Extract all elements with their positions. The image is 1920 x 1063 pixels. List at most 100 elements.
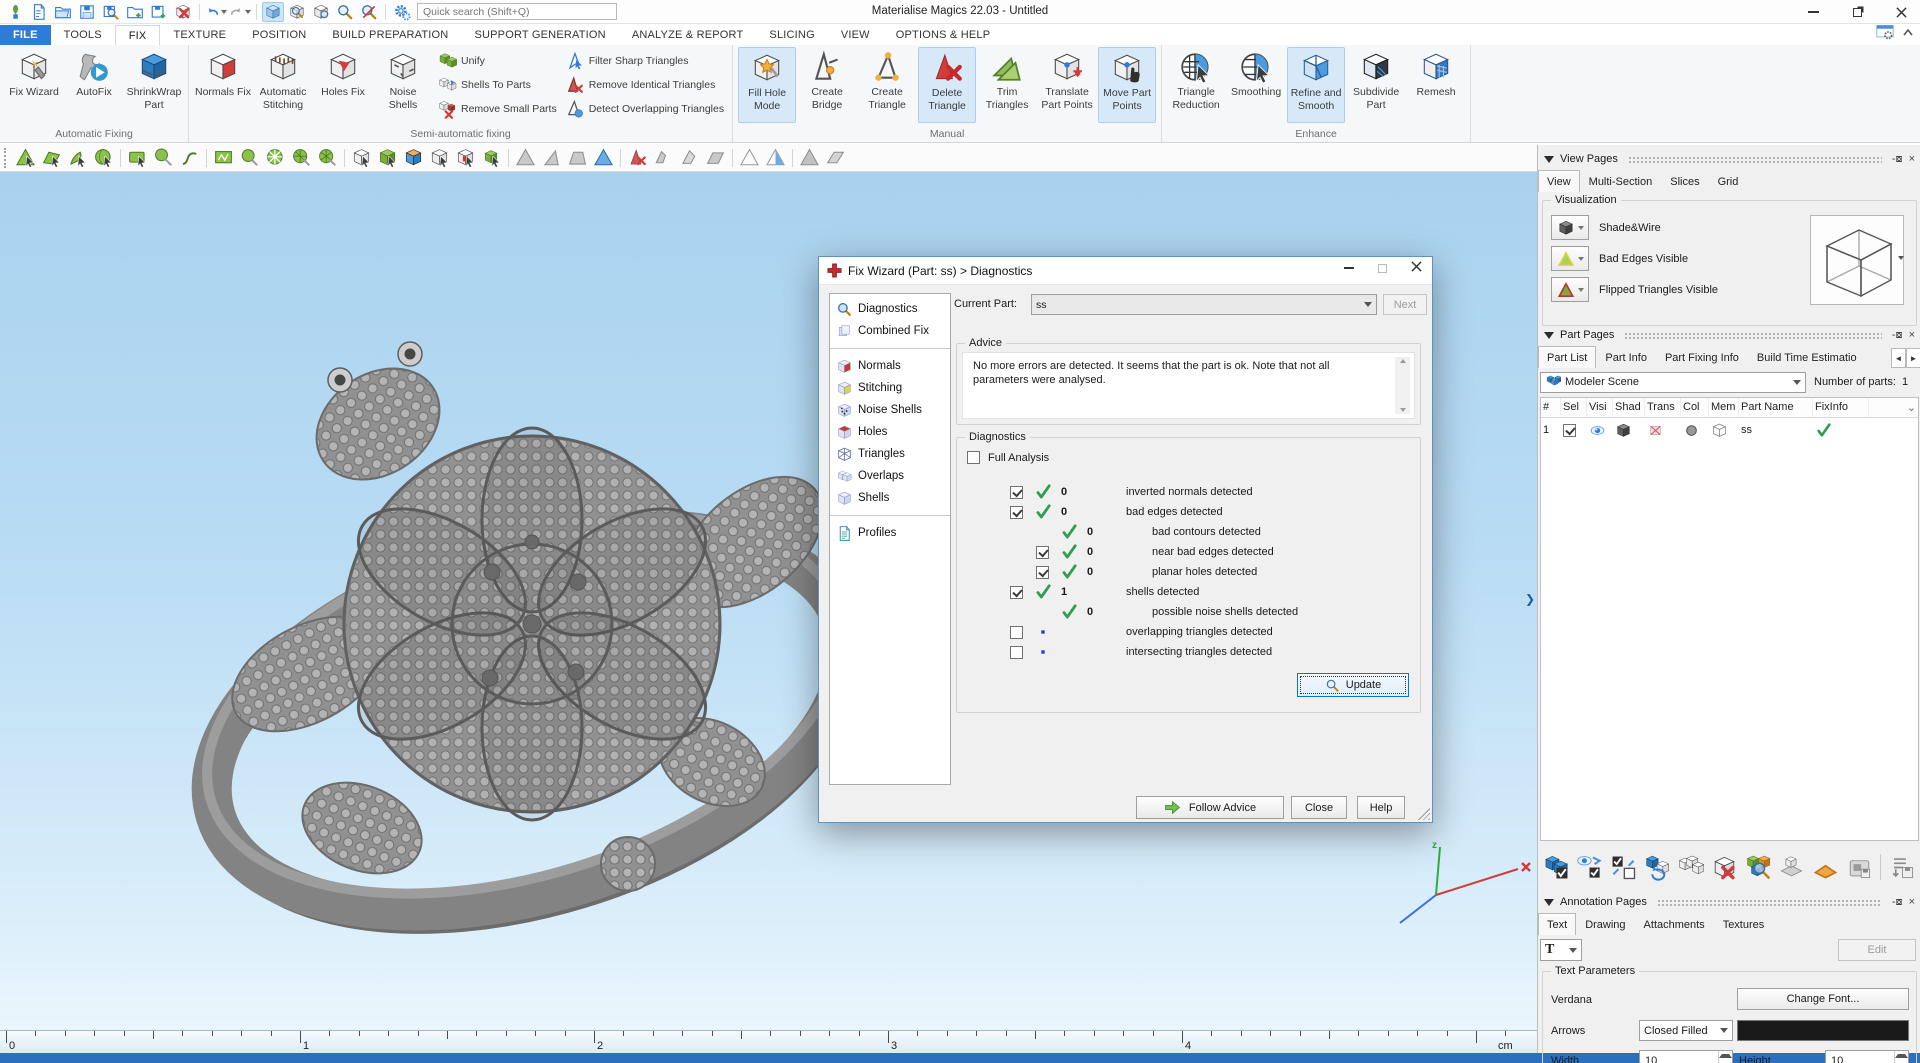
ribbon-button-filter-sharp-triangles[interactable]: Filter Sharp Triangles (565, 50, 724, 72)
tab-part-list[interactable]: Part List (1538, 346, 1596, 368)
next-button[interactable]: Next (1383, 294, 1427, 315)
duplicate-parts-button[interactable] (1677, 852, 1706, 882)
dialog-title-bar[interactable]: Fix Wizard (Part: ss) > Diagnostics (819, 257, 1432, 285)
blue-white-triangle-button[interactable] (764, 146, 787, 169)
gray-parallelogram-button[interactable] (704, 146, 727, 169)
column-header-col[interactable]: Col (1681, 398, 1709, 417)
mark-triangle-button[interactable] (14, 146, 37, 169)
help-button[interactable]: Help (1357, 796, 1405, 819)
height-stepper[interactable]: 10 (1825, 1050, 1909, 1063)
remove-part-button[interactable] (172, 2, 194, 22)
cube-dark-button[interactable] (1551, 215, 1589, 240)
ribbon-button-remove-identical-triangles[interactable]: Remove Identical Triangles (565, 74, 724, 96)
ball-selection-button[interactable] (152, 146, 175, 169)
minimize-button[interactable] (1802, 3, 1824, 21)
redo-button[interactable] (229, 2, 251, 22)
column-header-visi[interactable]: Visi (1587, 398, 1613, 417)
fix-wizard-dialog[interactable]: Fix Wizard (Part: ss) > Diagnostics Diag… (818, 256, 1433, 823)
ribbon-button-create-bridge[interactable]: Create Bridge (798, 47, 856, 123)
ribbon-button-fill-hole-mode[interactable]: Fill Hole Mode (738, 47, 796, 123)
cube-select-white-button[interactable] (428, 146, 451, 169)
select-checkbox[interactable] (1561, 424, 1587, 437)
restore-button[interactable] (1846, 3, 1868, 21)
undo-button[interactable] (205, 2, 227, 22)
white-triangle-button[interactable] (738, 146, 761, 169)
close-panel-icon[interactable]: × (1909, 154, 1915, 165)
ribbon-button-detect-overlapping-triangles[interactable]: Detect Overlapping Triangles (565, 98, 724, 120)
part-pages-header[interactable]: Part Pages -⧇ × (1538, 326, 1920, 344)
follow-advice-button[interactable]: Follow Advice (1136, 796, 1284, 819)
menu-item-texture[interactable]: TEXTURE (160, 25, 239, 45)
curve-selection-button[interactable] (178, 146, 201, 169)
orientation-cube-preview[interactable] (1810, 215, 1904, 305)
gray-shape-a-button[interactable] (652, 146, 675, 169)
tab-attachments[interactable]: Attachments (1635, 913, 1714, 935)
menu-item-tools[interactable]: TOOLS (51, 25, 115, 45)
wizard-page-diagnostics[interactable]: Diagnostics (830, 298, 950, 320)
tab-slices[interactable]: Slices (1661, 170, 1708, 192)
preview-caret-icon[interactable] (1898, 256, 1904, 260)
text-tool-selector[interactable]: T (1540, 939, 1582, 961)
gray-triangle-b-button[interactable] (540, 146, 563, 169)
machine-properties-button[interactable] (1845, 852, 1874, 882)
width-stepper[interactable]: 10 (1639, 1050, 1733, 1063)
pin-icon[interactable]: -⧇ (1892, 154, 1903, 165)
resize-grip[interactable] (1418, 808, 1430, 820)
find-part-button[interactable] (1744, 852, 1773, 882)
diagnostic-checkbox[interactable] (1010, 626, 1023, 639)
tab-part-fixing-info[interactable]: Part Fixing Info (1656, 346, 1748, 368)
platform-scene-button[interactable] (1777, 852, 1806, 882)
cube-select-button[interactable] (350, 146, 373, 169)
save-button[interactable] (76, 2, 98, 22)
tri-flipped-button[interactable] (1551, 277, 1589, 302)
diagnostic-checkbox[interactable] (1010, 486, 1023, 499)
dialog-minimize-button[interactable] (1344, 267, 1354, 269)
platform-plane-button[interactable] (1811, 852, 1840, 882)
wizard-page-noise-shells[interactable]: Noise Shells (830, 399, 950, 421)
visibility-icon[interactable] (1587, 422, 1613, 439)
ribbon-button-fix-wizard[interactable]: Fix Wizard (5, 47, 63, 123)
menu-item-analyze-report[interactable]: ANALYZE & REPORT (619, 25, 757, 45)
gray-shape-b-button[interactable] (678, 146, 701, 169)
tab-drawing[interactable]: Drawing (1576, 913, 1634, 935)
cube-select-small-button[interactable] (480, 146, 503, 169)
column-header-fixinfo[interactable]: FixInfo (1813, 398, 1869, 417)
cube-select-red-button[interactable] (454, 146, 477, 169)
open-file-button[interactable] (52, 2, 74, 22)
column-header-trans[interactable]: Trans (1645, 398, 1681, 417)
ribbon-button-remesh[interactable]: Remesh (1407, 47, 1465, 123)
column-header-mem[interactable]: Mem (1709, 398, 1739, 417)
gray-triangle-a-button[interactable] (514, 146, 537, 169)
import-part-button[interactable] (124, 2, 146, 22)
diagnostic-checkbox[interactable] (1010, 646, 1023, 659)
menu-item-slicing[interactable]: SLICING (756, 25, 827, 45)
ribbon-button-noise-shells[interactable]: Noise Shells (374, 47, 432, 123)
pin-icon[interactable]: -⧇ (1892, 330, 1903, 341)
annotation-pages-header[interactable]: Annotation Pages -⧇ × (1538, 893, 1920, 911)
zoom-in-button[interactable] (334, 2, 356, 22)
current-part-selector[interactable]: ss (1031, 294, 1377, 315)
tab-view[interactable]: View (1538, 170, 1580, 192)
table-options-chevron[interactable]: ⌄ (1905, 398, 1918, 417)
tab-scroll-right[interactable]: ► (1906, 348, 1920, 368)
diagnostic-checkbox[interactable] (1010, 506, 1023, 519)
view-pages-header[interactable]: View Pages -⧇ × (1538, 150, 1920, 168)
magics-logo-button[interactable] (4, 2, 26, 22)
edit-button[interactable]: Edit (1838, 939, 1916, 961)
scroll-up-icon[interactable] (1400, 359, 1406, 363)
ribbon-button-autofix[interactable]: AutoFix (65, 47, 123, 123)
ribbon-button-remove-small-parts[interactable]: Remove Small Parts (437, 98, 557, 120)
column-header-#[interactable]: # (1541, 398, 1561, 417)
lasso-selection-button[interactable] (238, 146, 261, 169)
ribbon-button-trim-triangles[interactable]: Trim Triangles (978, 47, 1036, 123)
ribbon-button-normals-fix[interactable]: Normals Fix (194, 47, 252, 123)
dialog-close-button[interactable] (1411, 261, 1422, 275)
pin-icon[interactable]: -⧇ (1892, 897, 1903, 908)
tab-textures[interactable]: Textures (1714, 913, 1774, 935)
blue-triangle-button[interactable] (592, 146, 615, 169)
zoom-selected-button[interactable] (262, 2, 284, 22)
gray-triangle-c-button[interactable] (798, 146, 821, 169)
advice-scrollbar[interactable] (1395, 357, 1410, 414)
ribbon-button-create-triangle[interactable]: Create Triangle (858, 47, 916, 123)
pinwheel-selection-button[interactable] (264, 146, 287, 169)
